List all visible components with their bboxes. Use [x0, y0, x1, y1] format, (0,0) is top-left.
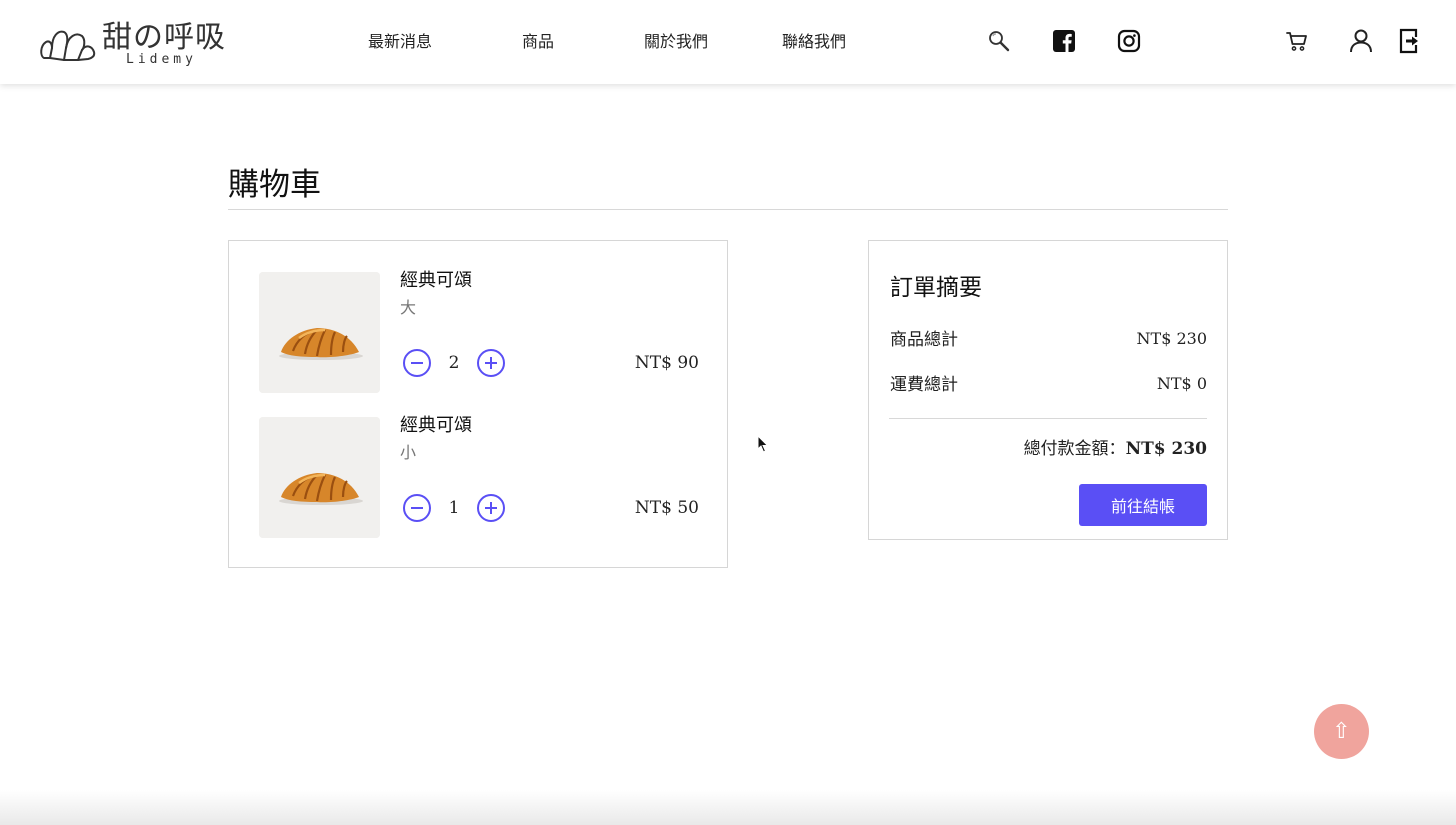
- nav-item-news[interactable]: 最新消息: [368, 32, 432, 52]
- title-divider: [228, 209, 1228, 210]
- summary-title: 訂單摘要: [890, 275, 982, 301]
- increase-quantity-button[interactable]: [477, 494, 505, 522]
- footer-edge: [0, 790, 1456, 825]
- item-size: 大: [400, 298, 417, 317]
- decrease-quantity-button[interactable]: [403, 349, 431, 377]
- user-icon[interactable]: [1348, 28, 1374, 54]
- item-name: 經典可頌: [400, 270, 472, 291]
- grand-total: 總付款金額：NT$ 230: [1024, 437, 1207, 461]
- product-image: [259, 272, 380, 393]
- instagram-icon[interactable]: [1116, 28, 1142, 54]
- decrease-quantity-button[interactable]: [403, 494, 431, 522]
- item-price: NT$ 90: [634, 353, 699, 373]
- order-summary-panel: 訂單摘要 商品總計 NT$ 230 運費總計 NT$ 0 總付款金額：NT$ 2…: [868, 240, 1228, 540]
- page-title: 購物車: [228, 167, 321, 203]
- item-name: 經典可頌: [400, 415, 472, 436]
- total-value: NT$ 230: [1125, 439, 1207, 459]
- cart-item: 經典可頌 小 1 NT$ 50: [259, 415, 699, 539]
- total-label: 總付款金額：: [1023, 439, 1126, 459]
- facebook-icon[interactable]: [1051, 28, 1077, 54]
- summary-divider: [889, 418, 1207, 419]
- subtotal-label: 商品總計: [890, 330, 958, 350]
- search-icon[interactable]: [986, 28, 1012, 54]
- nav-item-products[interactable]: 商品: [522, 32, 554, 52]
- cart-items-panel: 經典可頌 大 2 NT$ 90 經典可頌 小 1 NT$ 50: [228, 240, 728, 568]
- brand-logo[interactable]: 甜の呼吸 Lidemy: [38, 20, 228, 72]
- cart-icon[interactable]: [1284, 28, 1310, 54]
- item-price: NT$ 50: [634, 498, 699, 518]
- brand-name: 甜の呼吸: [102, 20, 226, 55]
- cart-item: 經典可頌 大 2 NT$ 90: [259, 270, 699, 394]
- logout-icon[interactable]: [1396, 28, 1422, 54]
- site-header: 甜の呼吸 Lidemy 最新消息 商品 關於我們 聯絡我們: [0, 0, 1456, 84]
- quantity-value: 1: [448, 498, 460, 518]
- product-image: [259, 417, 380, 538]
- croissant-logo-icon: [40, 30, 96, 61]
- shipping-label: 運費總計: [890, 375, 958, 395]
- nav-item-contact[interactable]: 聯絡我們: [782, 32, 846, 52]
- item-size: 小: [400, 443, 417, 462]
- mouse-cursor-icon: [757, 435, 769, 453]
- back-to-top-button[interactable]: ⇧: [1314, 704, 1369, 759]
- subtotal-value: NT$ 230: [1136, 329, 1207, 348]
- quantity-value: 2: [448, 353, 460, 373]
- shipping-value: NT$ 0: [1156, 374, 1207, 393]
- brand-subtitle: Lidemy: [126, 52, 197, 67]
- checkout-button[interactable]: 前往結帳: [1079, 484, 1207, 526]
- nav-item-about[interactable]: 關於我們: [644, 32, 708, 52]
- increase-quantity-button[interactable]: [477, 349, 505, 377]
